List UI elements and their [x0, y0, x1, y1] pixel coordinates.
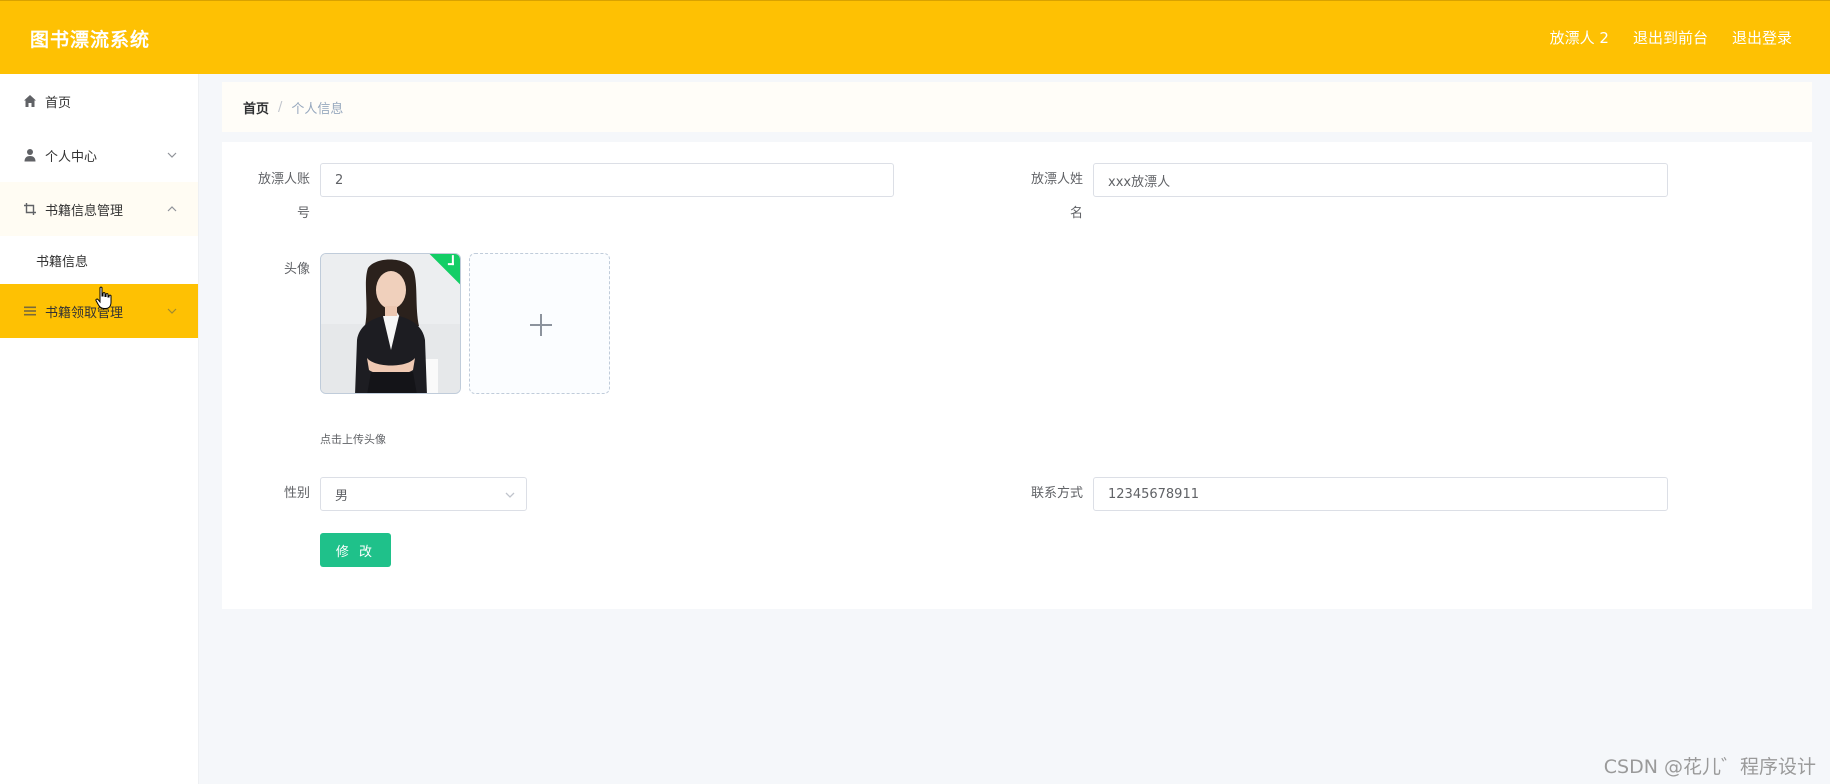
sidebar-item-label: 个人中心	[45, 149, 98, 165]
account-label-line2: 号	[296, 206, 310, 221]
contact-label: 联系方式	[1030, 486, 1083, 501]
hand-cursor-icon	[95, 286, 113, 310]
gender-value: 男	[335, 488, 349, 504]
account-value: 2	[335, 172, 344, 188]
name-value: xxx放漂人	[1108, 174, 1171, 190]
sidebar-item-label: 首页	[45, 95, 72, 111]
avatar-upload-button[interactable]	[469, 253, 610, 394]
breadcrumb-current: 个人信息	[291, 101, 344, 117]
app-title: 图书漂流系统	[30, 29, 151, 51]
chevron-down-icon	[504, 489, 516, 501]
sidebar-item-book-info-management[interactable]: 书籍信息管理	[0, 182, 198, 236]
avatar-image[interactable]	[320, 253, 461, 394]
user-icon	[22, 147, 38, 163]
breadcrumb-separator: /	[278, 99, 283, 115]
plus-icon-vertical	[540, 314, 542, 336]
home-icon	[22, 93, 38, 109]
modify-button[interactable]: 修 改	[320, 533, 391, 567]
name-label: 放漂人姓 名	[1016, 163, 1083, 231]
current-user-label[interactable]: 放漂人 2	[1550, 27, 1609, 48]
sidebar-item-label: 书籍信息管理	[45, 203, 124, 219]
avatar-label: 头像	[283, 262, 310, 277]
sidebar: 首页 个人中心 书籍信息管理 书籍信息 书籍领取管理	[0, 74, 199, 784]
watermark: CSDN @花儿゛程序设计	[1603, 756, 1816, 778]
account-label: 放漂人账 号	[244, 163, 310, 231]
exit-to-front-link[interactable]: 退出到前台	[1633, 27, 1708, 48]
list-icon	[22, 303, 38, 319]
top-header: 图书漂流系统 放漂人 2 退出到前台 退出登录	[0, 0, 1830, 74]
chevron-up-icon	[166, 203, 178, 215]
breadcrumb-home[interactable]: 首页	[243, 98, 269, 117]
gender-label: 性别	[283, 486, 310, 501]
chevron-down-icon	[166, 149, 178, 161]
sidebar-item-personal-center[interactable]: 个人中心	[0, 128, 198, 182]
sidebar-item-home[interactable]: 首页	[0, 74, 198, 128]
logout-link[interactable]: 退出登录	[1732, 27, 1792, 48]
account-label-line1: 放漂人账	[257, 172, 310, 187]
contact-value: 12345678911	[1108, 486, 1199, 502]
chevron-down-icon	[166, 305, 178, 317]
sidebar-subitem-book-info[interactable]: 书籍信息	[0, 236, 198, 284]
account-field[interactable]: 2	[320, 163, 894, 197]
gender-select[interactable]: 男	[320, 477, 527, 511]
crop-icon	[22, 201, 38, 217]
name-label-line2: 名	[1069, 206, 1083, 221]
name-label-line1: 放漂人姓	[1030, 172, 1083, 187]
header-links: 放漂人 2 退出到前台 退出登录	[1550, 27, 1792, 48]
upload-hint: 点击上传头像	[320, 433, 386, 446]
breadcrumb: 首页 / 个人信息	[222, 82, 1812, 132]
contact-field[interactable]: 12345678911	[1093, 477, 1668, 511]
name-field[interactable]: xxx放漂人	[1093, 163, 1668, 197]
